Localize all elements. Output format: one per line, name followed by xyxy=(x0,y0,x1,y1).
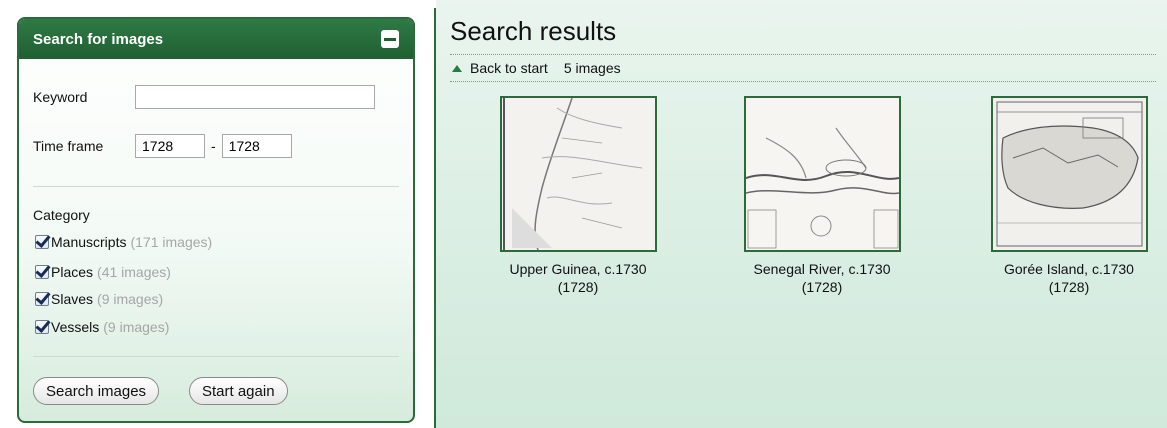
checkbox-checked-icon[interactable] xyxy=(35,235,49,249)
results-area: Search results Back to start 5 images Up… xyxy=(436,0,1167,428)
category-label-text: Manuscripts xyxy=(51,234,127,250)
timeframe-to-input[interactable] xyxy=(221,134,292,158)
timeframe-separator: - xyxy=(211,138,216,154)
panel-title: Search for images xyxy=(33,30,164,48)
search-images-button[interactable]: Search images xyxy=(33,377,160,405)
up-arrow-icon xyxy=(452,64,462,72)
checkbox-checked-icon[interactable] xyxy=(35,292,49,306)
divider xyxy=(33,356,399,357)
category-manuscripts[interactable]: Manuscripts (171 images) xyxy=(35,234,212,250)
map-thumbnail-senegal-river[interactable] xyxy=(743,96,901,252)
category-label-text: Slaves xyxy=(51,291,94,307)
dotted-divider xyxy=(450,54,1156,55)
result-year: (1728) xyxy=(557,279,599,295)
search-panel: Search for images Keyword Time frame - C… xyxy=(17,17,415,423)
collapse-icon[interactable] xyxy=(381,30,399,48)
result-title[interactable]: Gorée Island, c.1730 xyxy=(984,260,1154,278)
category-count: (9 images) xyxy=(103,319,170,335)
category-count: (171 images) xyxy=(130,234,213,250)
category-vessels[interactable]: Vessels (9 images) xyxy=(35,319,169,335)
checkbox-checked-icon[interactable] xyxy=(35,320,49,334)
category-label-text: Places xyxy=(51,264,94,280)
map-thumbnail-goree-island[interactable] xyxy=(990,96,1148,252)
checkbox-checked-icon[interactable] xyxy=(35,265,49,279)
result-item[interactable]: Senegal River, c.1730 (1728) xyxy=(737,96,907,296)
start-again-button[interactable]: Start again xyxy=(189,377,288,405)
category-label: Category xyxy=(33,207,90,223)
map-thumbnail-upper-guinea[interactable] xyxy=(499,96,657,252)
dotted-divider xyxy=(450,81,1156,82)
keyword-row: Keyword xyxy=(33,85,375,109)
results-count: 5 images xyxy=(563,60,621,76)
result-year: (1728) xyxy=(1048,279,1090,295)
keyword-label: Keyword xyxy=(33,89,88,105)
back-to-start-link[interactable]: Back to start xyxy=(470,60,548,76)
category-label-text: Vessels xyxy=(51,319,100,335)
category-count: (9 images) xyxy=(97,291,164,307)
category-count: (41 images) xyxy=(97,264,171,280)
result-year: (1728) xyxy=(801,279,843,295)
results-title: Search results xyxy=(450,16,617,46)
result-item[interactable]: Gorée Island, c.1730 (1728) xyxy=(984,96,1154,296)
category-slaves[interactable]: Slaves (9 images) xyxy=(35,291,163,307)
result-title[interactable]: Senegal River, c.1730 xyxy=(737,260,907,278)
result-item[interactable]: Upper Guinea, c.1730 (1728) xyxy=(493,96,663,296)
result-title[interactable]: Upper Guinea, c.1730 xyxy=(493,260,663,278)
timeframe-from-input[interactable] xyxy=(135,134,205,158)
divider xyxy=(33,186,399,187)
category-places[interactable]: Places (41 images) xyxy=(35,264,171,280)
panel-header: Search for images xyxy=(19,19,413,59)
keyword-input[interactable] xyxy=(135,85,375,109)
timeframe-label: Time frame xyxy=(33,138,104,154)
results-nav: Back to start 5 images xyxy=(452,60,621,76)
timeframe-row: Time frame - xyxy=(33,134,292,158)
